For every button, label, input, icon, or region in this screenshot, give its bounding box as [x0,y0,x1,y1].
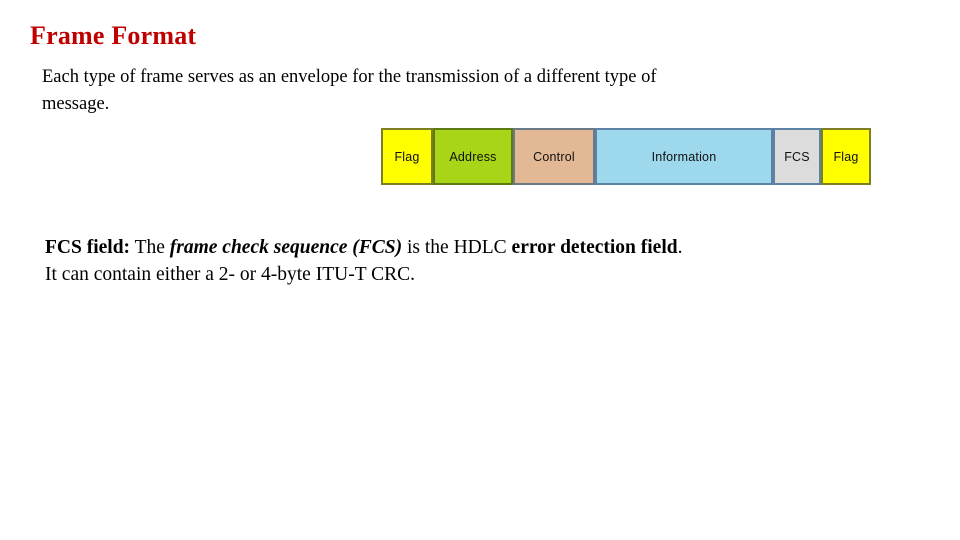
fcs-field-note: FCS field: The frame check sequence (FCS… [45,234,925,288]
intro-paragraph: Each type of frame serves as an envelope… [42,64,917,118]
fcs-note-label: FCS field: [45,237,131,258]
frame-cell-flag-left: Flag [381,128,433,185]
intro-line-2: message. [42,94,110,114]
frame-format-diagram: Flag Address Control Information FCS Fla… [381,128,871,185]
frame-cell-fcs: FCS [773,128,821,185]
frame-cell-control: Control [513,128,595,185]
fcs-note-period: . [677,237,683,258]
fcs-note-line-1: FCS field: The frame check sequence (FCS… [45,234,925,261]
slide-canvas: Frame Format Each type of frame serves a… [0,0,960,540]
frame-cell-label: Address [449,149,497,164]
frame-cell-label: Flag [833,149,859,164]
frame-cell-label: Information [651,149,717,164]
fcs-note-emphasis: frame check sequence (FCS) [169,237,403,258]
frame-cell-label: Control [533,149,575,164]
frame-cell-label: Flag [394,149,420,164]
frame-cell-address: Address [433,128,513,185]
fcs-note-mid: is the HDLC [407,237,507,258]
fcs-note-the: The [134,237,165,258]
fcs-note-bold-tail: error detection field [511,237,678,258]
fcs-note-line-2: It can contain either a 2- or 4-byte ITU… [45,264,416,285]
frame-cell-label: FCS [784,149,810,164]
page-title: Frame Format [30,21,197,50]
intro-line-1: Each type of frame serves as an envelope… [42,67,657,87]
frame-cell-information: Information [595,128,773,185]
frame-cell-flag-right: Flag [821,128,871,185]
